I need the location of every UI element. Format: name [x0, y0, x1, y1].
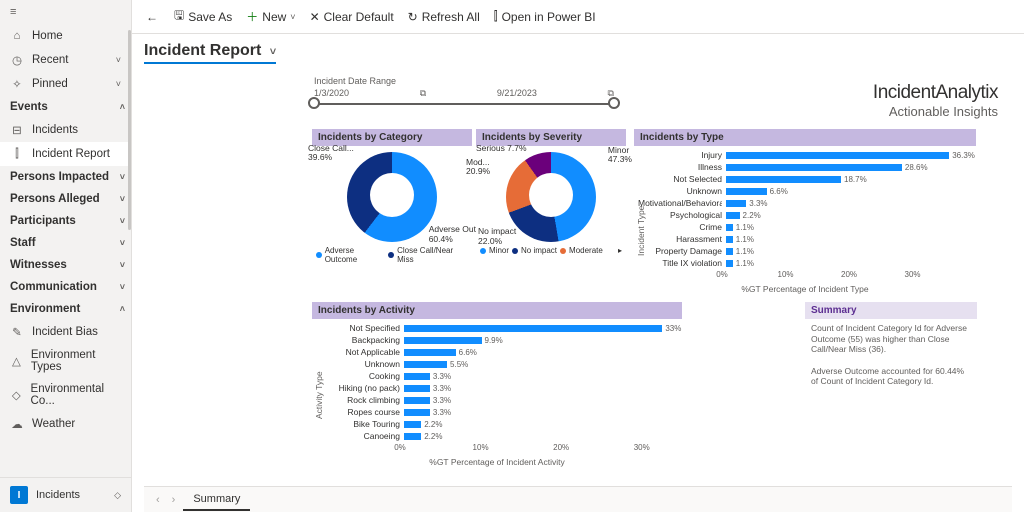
- sidebar-item-home[interactable]: ⌂Home: [0, 24, 131, 48]
- sidebar-section-witnesses[interactable]: Witnesses˅: [0, 254, 131, 276]
- open-powerbi-button[interactable]: ⫿Open in Power BI: [494, 9, 596, 24]
- bar-row: Crime1.1%: [638, 222, 972, 232]
- left-sidebar: ≡ ⌂Home◷Recent˅✧Pinned˅ Events˄ ⊟Inciden…: [0, 0, 132, 512]
- summary-text: Count of Incident Category Id for Advers…: [811, 323, 971, 355]
- sidebar-item-weather[interactable]: ☁Weather: [0, 412, 131, 436]
- nav-icon: ✧: [10, 77, 24, 91]
- bar-row: Rock climbing3.3%: [316, 395, 678, 405]
- nav-icon: △: [10, 354, 23, 368]
- bar-row: Property Damage1.1%: [638, 246, 972, 256]
- slider-thumb-end[interactable]: [608, 97, 620, 109]
- page-title[interactable]: Incident Report ˅: [144, 42, 276, 64]
- bar-row: Canoeing2.2%: [316, 431, 678, 441]
- x-axis-label: %GT Percentage of Incident Activity: [312, 457, 682, 467]
- refresh-icon: ↻: [408, 10, 418, 24]
- x-axis-label: %GT Percentage of Incident Type: [634, 284, 976, 294]
- y-axis-label: Activity Type: [314, 371, 324, 419]
- refresh-all-button[interactable]: ↻Refresh All: [408, 10, 480, 24]
- tile-incidents-by-type[interactable]: Incidents by Type Incident Type Injury36…: [634, 129, 976, 294]
- bar-row: Hiking (no pack)3.3%: [316, 383, 678, 393]
- toolbar: ← 🖫Save As ＋New˅ ✕Clear Default ↻Refresh…: [132, 0, 1024, 34]
- date-range-slicer[interactable]: Incident Date Range 1/3/2020⧉9/21/2023⧉: [314, 76, 614, 105]
- chevron-down-icon: ˅: [290, 12, 295, 22]
- bar-row: Not Applicable6.6%: [316, 347, 678, 357]
- close-icon: ✕: [310, 10, 320, 24]
- tile-summary[interactable]: Summary Count of Incident Category Id fo…: [805, 302, 977, 391]
- plus-icon: ＋: [246, 8, 258, 25]
- sidebar-section-persons-alleged[interactable]: Persons Alleged˅: [0, 188, 131, 210]
- sidebar-item-environment-types[interactable]: △Environment Types: [0, 344, 131, 378]
- sidebar-item-incident-bias[interactable]: ✎Incident Bias: [0, 320, 131, 344]
- app-square-icon: I: [10, 486, 28, 504]
- bar-row: Illness28.6%: [638, 162, 972, 172]
- save-icon: 🖫: [174, 6, 184, 27]
- summary-text: Adverse Outcome accounted for 60.44% of …: [811, 366, 971, 387]
- bar-row: Psychological2.2%: [638, 210, 972, 220]
- bar-row: Bike Touring2.2%: [316, 419, 678, 429]
- brand: IncidentAnalytix Actionable Insights: [873, 82, 998, 119]
- tab-summary[interactable]: Summary: [183, 489, 250, 511]
- bar-row: Not Specified33%: [316, 323, 678, 333]
- bar-row: Cooking3.3%: [316, 371, 678, 381]
- tile-incidents-by-category[interactable]: Incidents by Category Close Call...39.6%…: [312, 129, 472, 268]
- nav-icon: ◇: [10, 388, 23, 402]
- clear-default-button[interactable]: ✕Clear Default: [310, 10, 394, 24]
- save-as-button[interactable]: 🖫Save As: [174, 6, 232, 27]
- sidebar-section-events[interactable]: Events˄: [0, 96, 131, 118]
- nav-icon: ◷: [10, 53, 24, 67]
- sidebar-section-persons-impacted[interactable]: Persons Impacted˅: [0, 166, 131, 188]
- nav-icon: ☁: [10, 417, 24, 431]
- nav-icon: ⫿: [10, 147, 24, 161]
- bar-row: Ropes course3.3%: [316, 407, 678, 417]
- sidebar-item-recent[interactable]: ◷Recent˅: [0, 48, 131, 72]
- bar-row: Title IX violation1.1%: [638, 258, 972, 268]
- report-page-tabs: ‹ › Summary: [144, 486, 1012, 512]
- tile-header: Summary: [805, 302, 977, 319]
- sidebar-section-communication[interactable]: Communication˅: [0, 276, 131, 298]
- report-area: IncidentAnalytix Actionable Insights Inc…: [144, 74, 1012, 512]
- tile-header: Incidents by Type: [634, 129, 976, 146]
- sidebar-footer[interactable]: I Incidents ◇: [0, 477, 131, 512]
- sidebar-item-incident-report[interactable]: ⫿Incident Report: [0, 142, 131, 166]
- nav-icon: ⊟: [10, 123, 24, 137]
- sidebar-section-staff[interactable]: Staff˅: [0, 232, 131, 254]
- chevron-down-icon: ˅: [270, 46, 276, 58]
- slider-thumb-start[interactable]: [308, 97, 320, 109]
- slider-track[interactable]: [314, 103, 614, 105]
- bar-row: Not Selected18.7%: [638, 174, 972, 184]
- bar-row: Backpacking9.9%: [316, 335, 678, 345]
- tab-next[interactable]: ›: [168, 494, 180, 506]
- sidebar-section-environment[interactable]: Environment˄: [0, 298, 131, 320]
- sidebar-section-participants[interactable]: Participants˅: [0, 210, 131, 232]
- sidebar-item-environmental-co---[interactable]: ◇Environmental Co...: [0, 378, 131, 412]
- nav-icon: ⌂: [10, 29, 24, 43]
- bar-row: Unknown6.6%: [638, 186, 972, 196]
- sidebar-item-pinned[interactable]: ✧Pinned˅: [0, 72, 131, 96]
- sidebar-item-incidents[interactable]: ⊟Incidents: [0, 118, 131, 142]
- tile-incidents-by-severity[interactable]: Incidents by Severity Serious 7.7% Mod..…: [476, 129, 626, 259]
- hamburger-icon[interactable]: ≡: [0, 0, 131, 24]
- powerbi-icon: ⫿: [494, 9, 498, 24]
- bar-row: Injury36.3%: [638, 150, 972, 160]
- tab-prev[interactable]: ‹: [152, 494, 164, 506]
- new-button[interactable]: ＋New˅: [246, 8, 295, 25]
- bar-row: Harassment1.1%: [638, 234, 972, 244]
- nav-icon: ✎: [10, 325, 24, 339]
- bar-row: Unknown5.5%: [316, 359, 678, 369]
- bar-row: Motivational/Behavioral3.3%: [638, 198, 972, 208]
- sidebar-scrollbar[interactable]: [128, 30, 131, 230]
- tile-incidents-by-activity[interactable]: Incidents by Activity Activity Type Not …: [312, 302, 682, 467]
- back-button[interactable]: ←: [144, 10, 160, 24]
- tile-header: Incidents by Activity: [312, 302, 682, 319]
- y-axis-label: Incident Type: [636, 206, 646, 256]
